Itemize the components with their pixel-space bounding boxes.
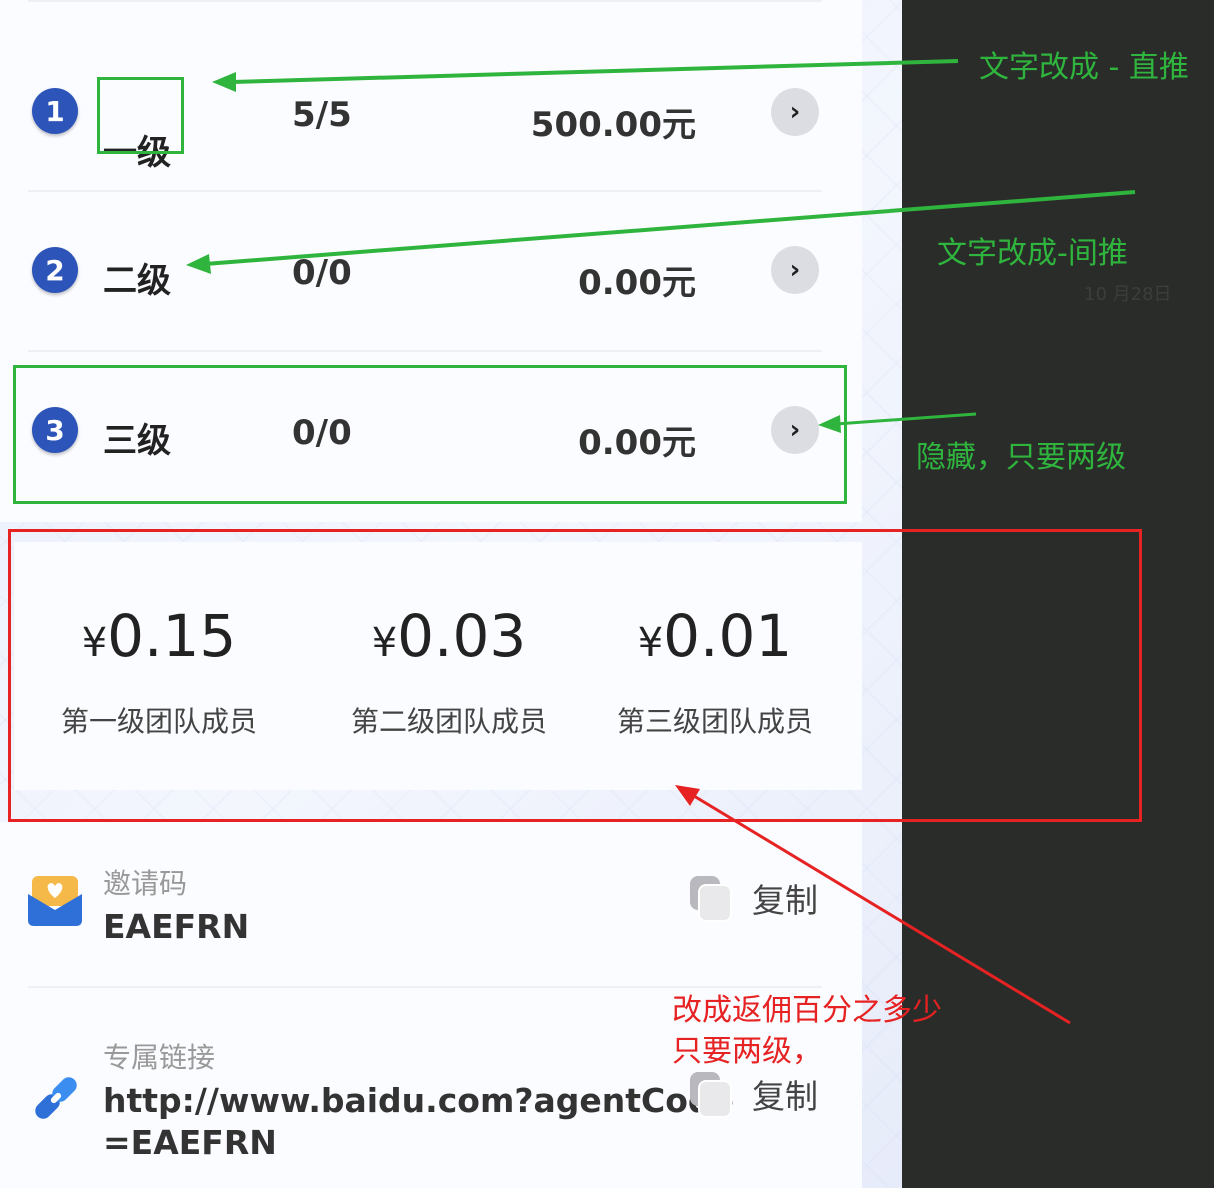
annotation-box-level3 <box>13 365 847 504</box>
copy-invite-button[interactable]: 复制 <box>690 874 818 922</box>
chevron-right-icon[interactable]: › <box>771 88 819 136</box>
invite-code-label: 邀请码 <box>103 867 188 900</box>
exclusive-link-value: http://www.baidu.com?agentCode =EAEFRN <box>103 1081 734 1162</box>
envelope-heart-icon <box>28 876 82 926</box>
level-badge-2: 2 <box>32 247 78 293</box>
copy-label: 复制 <box>752 881 818 920</box>
invite-code-value: EAEFRN <box>103 907 250 946</box>
annotation-box-stats <box>8 529 1142 822</box>
background-date: 10 月28日 <box>1084 284 1172 305</box>
copy-icon <box>690 1072 732 1118</box>
copy-label: 复制 <box>752 1077 818 1116</box>
level-count-1: 5/5 <box>292 95 352 135</box>
level-count-2: 0/0 <box>292 253 352 293</box>
level-badge-1: 1 <box>32 88 78 134</box>
annotation-text-level3: 隐藏，只要两级 <box>916 440 1126 475</box>
copy-link-button[interactable]: 复制 <box>690 1070 818 1118</box>
level-row-2[interactable]: 2 二级 0/0 0.00元 › <box>0 192 862 352</box>
level-label-2: 二级 <box>103 261 171 301</box>
copy-icon <box>690 876 732 922</box>
annotation-box-level1 <box>97 77 184 154</box>
link-icon <box>35 1077 77 1119</box>
level-amount-1: 500.00元 <box>530 105 696 145</box>
annotation-text-stats-1: 改成返佣百分之多少 <box>672 993 942 1028</box>
annotation-text-level1: 文字改成 - 直推 <box>979 50 1189 85</box>
level-amount-2: 0.00元 <box>578 263 696 303</box>
annotation-text-level2: 文字改成-间推 <box>937 236 1128 271</box>
exclusive-link-label: 专属链接 <box>103 1041 216 1074</box>
chevron-right-icon[interactable]: › <box>771 246 819 294</box>
annotation-text-stats-2: 只要两级， <box>672 1034 822 1069</box>
divider <box>28 0 822 2</box>
